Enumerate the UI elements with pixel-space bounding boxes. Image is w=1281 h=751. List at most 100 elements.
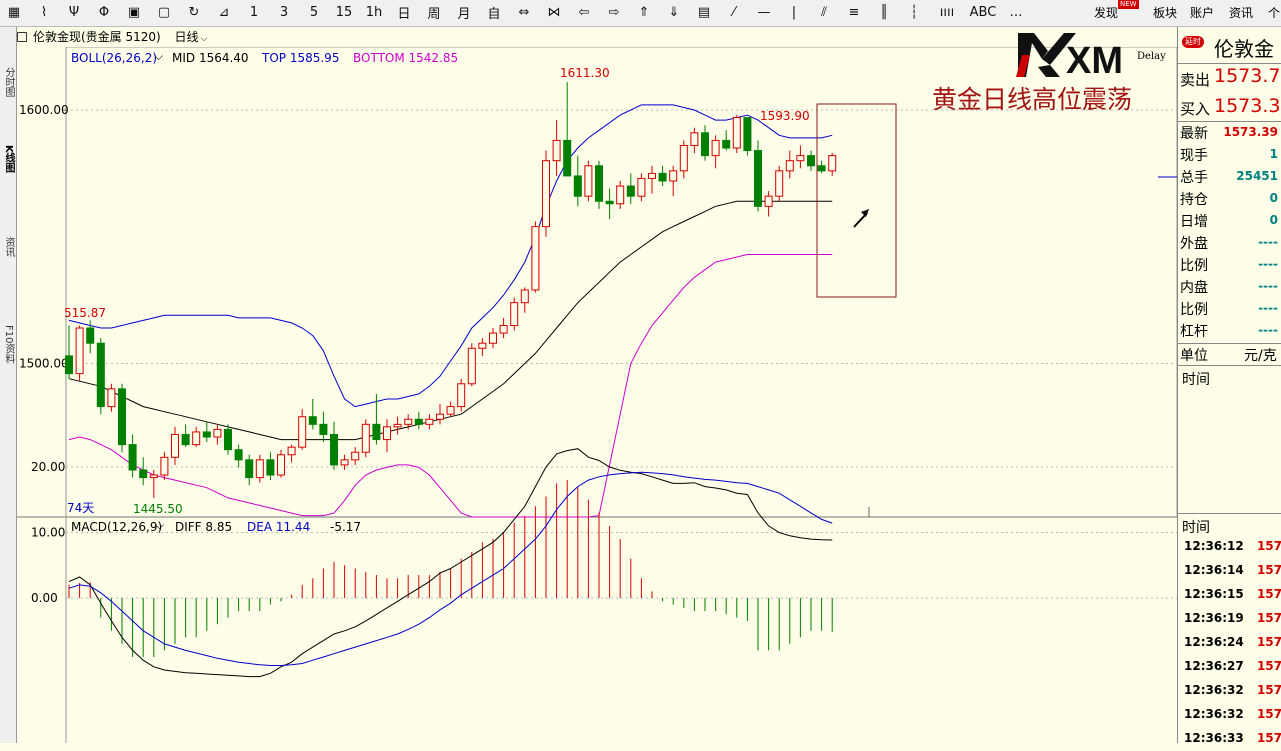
candle[interactable] [96, 338, 105, 415]
candle[interactable] [467, 343, 476, 387]
toolbar-button-8[interactable]: 1 [242, 2, 266, 22]
candle[interactable] [383, 419, 391, 453]
menu-item-0[interactable]: 发现 [1094, 4, 1118, 21]
candle[interactable] [669, 165, 678, 197]
toolbar-button-7[interactable]: ⊿ [212, 2, 236, 22]
candle[interactable] [626, 173, 635, 204]
toolbar-button-11[interactable]: 15 [332, 2, 356, 22]
toolbar-button-1[interactable]: ⌇ [32, 2, 56, 22]
candle[interactable] [234, 444, 243, 468]
side-tab-2[interactable]: 资讯 [1, 237, 14, 257]
toolbar-button-27[interactable]: ⫽ [812, 2, 836, 22]
toolbar-button-5[interactable]: ▢ [152, 2, 176, 22]
candle[interactable] [478, 338, 487, 356]
toolbar-button-21[interactable]: ⇑ [632, 2, 656, 22]
candle[interactable] [446, 401, 455, 417]
toolbar-button-3[interactable]: Φ [92, 2, 116, 22]
candle[interactable] [605, 188, 614, 220]
side-tab-3[interactable]: F10资料 [1, 325, 14, 363]
menu-item-4[interactable]: 个 [1268, 4, 1280, 21]
candle[interactable] [754, 140, 762, 212]
candle[interactable] [648, 165, 656, 194]
toolbar-button-0[interactable]: ▦ [2, 2, 26, 22]
candle[interactable] [563, 82, 572, 177]
candle[interactable] [171, 426, 179, 465]
candle[interactable] [266, 452, 275, 481]
candle[interactable] [160, 452, 169, 481]
candle[interactable] [499, 317, 508, 339]
candle[interactable] [255, 454, 264, 483]
side-tab-0[interactable]: 分时图 [1, 67, 14, 97]
toolbar-button-4[interactable]: ▣ [122, 2, 146, 22]
toolbar-button-28[interactable]: ≡ [842, 2, 866, 22]
candle[interactable] [732, 115, 741, 154]
candle[interactable] [224, 424, 232, 455]
toolbar-button-24[interactable]: ⁄ [722, 2, 746, 22]
candle[interactable] [436, 404, 444, 425]
toolbar-button-18[interactable]: ⋈ [542, 2, 566, 22]
toolbar-button-32[interactable]: ABC [968, 2, 998, 22]
candle[interactable] [202, 421, 211, 443]
candle[interactable] [361, 419, 370, 458]
menu-item-2[interactable]: 账户 [1190, 4, 1214, 21]
candle[interactable] [372, 393, 381, 445]
candle[interactable] [542, 150, 550, 237]
candle[interactable] [573, 155, 582, 207]
candle[interactable] [139, 457, 148, 486]
candle[interactable] [287, 444, 296, 463]
candle[interactable] [828, 153, 837, 176]
candle[interactable] [722, 130, 731, 151]
toolbar-button-13[interactable]: 日 [392, 2, 416, 22]
candle[interactable] [764, 191, 773, 217]
toolbar-button-31[interactable]: ıııı [932, 2, 962, 22]
period-selector[interactable]: 日线 [175, 30, 199, 44]
menu-item-1[interactable]: 板块 [1153, 4, 1177, 21]
candle[interactable] [319, 411, 328, 443]
candle[interactable] [552, 120, 561, 176]
candle[interactable] [701, 125, 709, 161]
candle[interactable] [181, 424, 190, 448]
toolbar-button-29[interactable]: ║ [872, 2, 896, 22]
toolbar-button-15[interactable]: 月 [452, 2, 476, 22]
candle[interactable] [414, 411, 423, 430]
candle[interactable] [531, 221, 540, 293]
toolbar-button-30[interactable]: ┆ [902, 2, 926, 22]
candle[interactable] [128, 434, 137, 478]
toolbar-button-22[interactable]: ⇓ [662, 2, 686, 22]
toolbar-button-12[interactable]: 1h [362, 2, 386, 22]
candle[interactable] [796, 145, 805, 169]
candle[interactable] [351, 447, 360, 465]
toolbar-button-19[interactable]: ⇦ [572, 2, 596, 22]
candle[interactable] [393, 416, 402, 435]
candle[interactable] [807, 150, 815, 171]
candle[interactable] [817, 160, 826, 174]
candle[interactable] [584, 160, 593, 202]
candle[interactable] [340, 454, 349, 470]
toolbar-button-33[interactable]: … [1004, 2, 1028, 22]
candle[interactable] [118, 383, 126, 453]
toolbar-button-6[interactable]: ↻ [182, 2, 206, 22]
toolbar-button-25[interactable]: — [752, 2, 776, 22]
toolbar-button-23[interactable]: ▤ [692, 2, 716, 22]
candle[interactable] [785, 150, 794, 179]
chevron-down-icon[interactable]: ⌵ [201, 34, 208, 44]
candle[interactable] [330, 421, 338, 470]
candle[interactable] [107, 383, 116, 412]
candle[interactable] [192, 426, 201, 448]
candle[interactable] [520, 287, 529, 313]
toolbar-button-2[interactable]: Ψ [62, 2, 86, 22]
toolbar-button-17[interactable]: ⇔ [512, 2, 536, 22]
candle[interactable] [510, 297, 519, 331]
candle[interactable] [298, 409, 307, 450]
candle[interactable] [457, 378, 466, 412]
chart-menu-icon[interactable] [17, 32, 27, 42]
candle[interactable] [425, 414, 434, 430]
toolbar-button-9[interactable]: 3 [272, 2, 296, 22]
toolbar-button-16[interactable]: 自 [482, 2, 506, 22]
candle[interactable] [213, 424, 222, 445]
candle[interactable] [245, 454, 254, 486]
toolbar-button-14[interactable]: 周 [422, 2, 446, 22]
candle[interactable] [690, 127, 699, 154]
candle[interactable] [711, 135, 720, 169]
candle[interactable] [679, 140, 688, 179]
